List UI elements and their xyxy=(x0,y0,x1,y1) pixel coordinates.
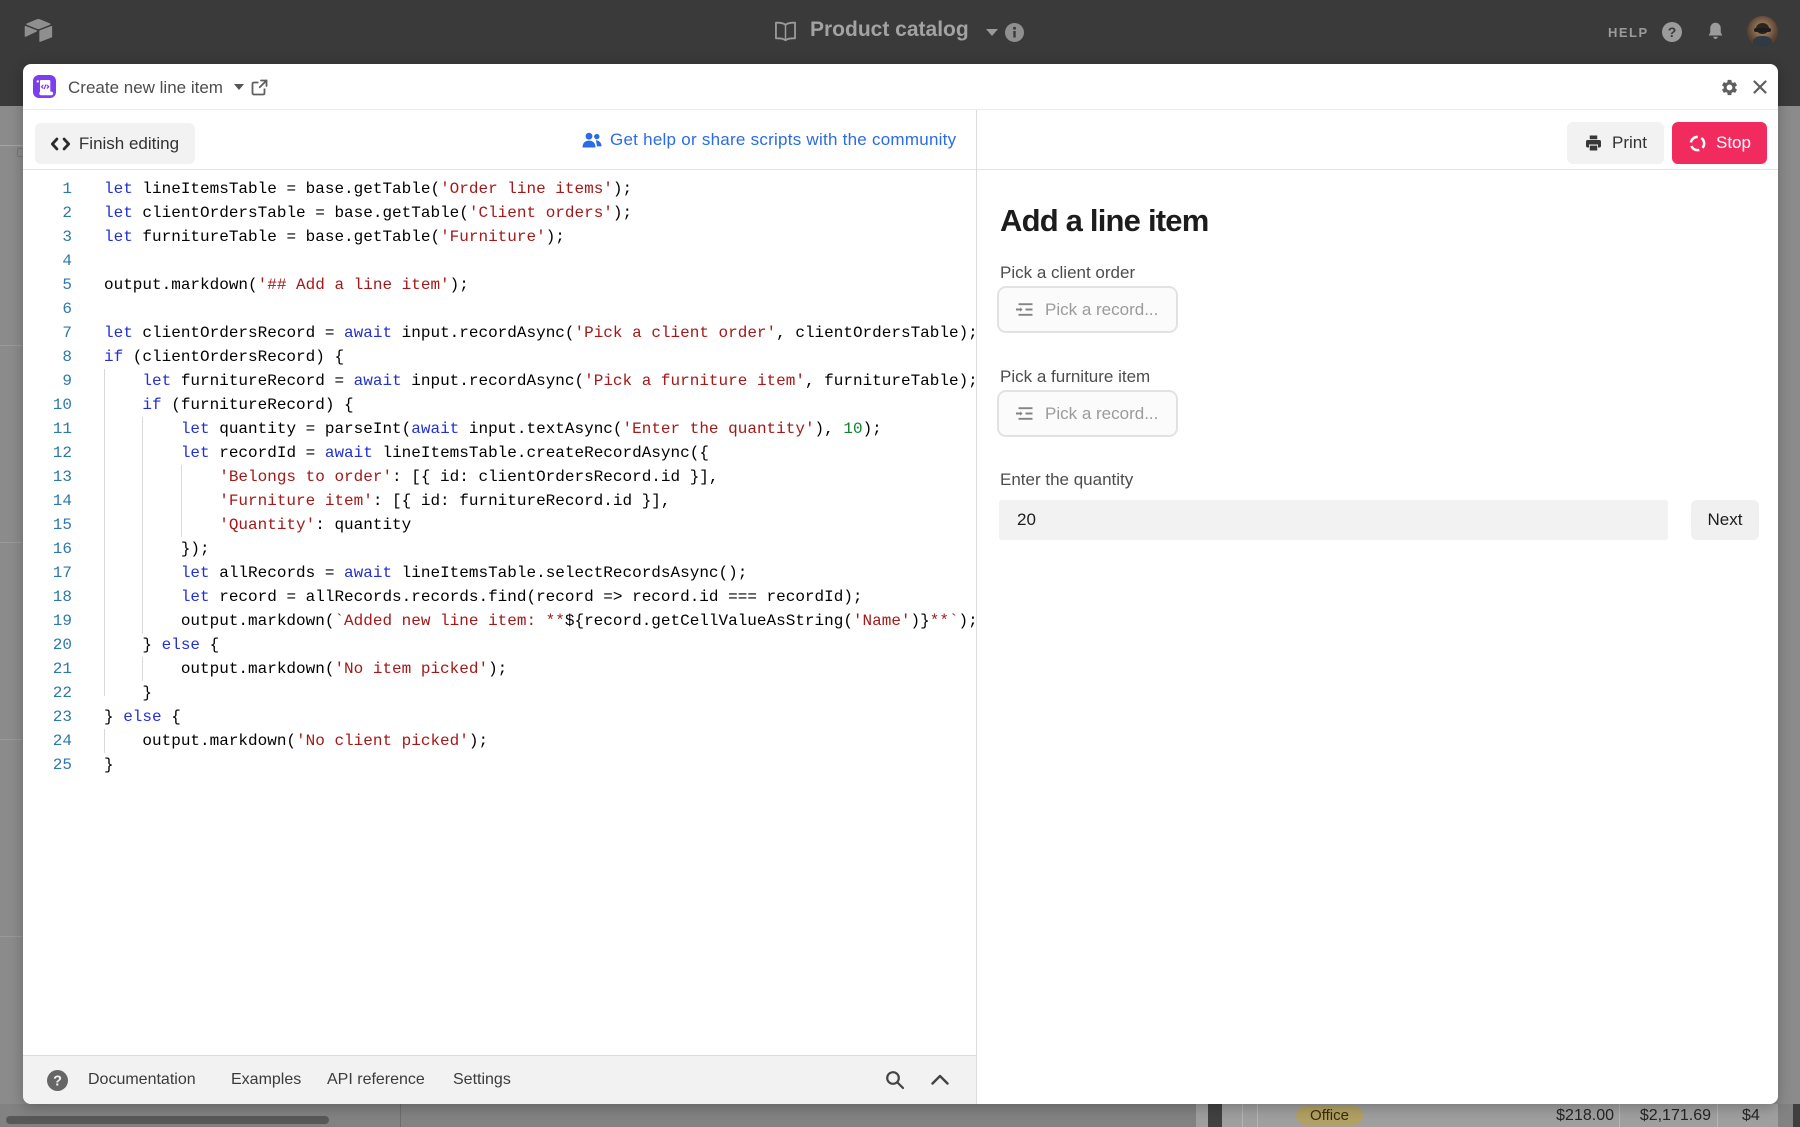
svg-text:?: ? xyxy=(1668,24,1677,40)
svg-text:?: ? xyxy=(53,1074,62,1090)
